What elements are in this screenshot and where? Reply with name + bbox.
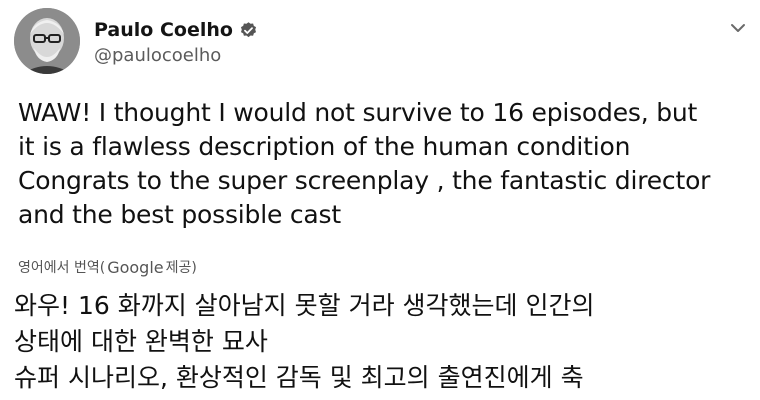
tweet-card: Paulo Coelho @paulocoelho WAW! I thought… — [0, 0, 760, 400]
translation-attribution[interactable]: 영어에서 번역( Google 제공) — [18, 257, 197, 277]
google-logo: Google — [107, 257, 164, 277]
author-names: Paulo Coelho @paulocoelho — [94, 16, 258, 66]
tweet-line: Congrats to the super screenplay , the f… — [18, 166, 711, 195]
author-display-name[interactable]: Paulo Coelho — [94, 19, 233, 41]
avatar[interactable] — [14, 8, 80, 74]
tweet-line: WAW! I thought I would not survive to 16… — [18, 98, 698, 127]
translation-label-prefix: 영어에서 번역( — [18, 260, 106, 276]
tweet-header: Paulo Coelho @paulocoelho — [14, 8, 258, 74]
tweet-line: and the best possible cast — [18, 200, 341, 229]
chevron-down-icon[interactable] — [726, 16, 750, 40]
name-row: Paulo Coelho — [94, 16, 258, 44]
translation-line: 와우! 16 화까지 살아남지 못할 거라 생각했는데 인간의 — [14, 291, 595, 320]
tweet-line: it is a flawless description of the huma… — [18, 132, 631, 161]
verified-badge-icon — [240, 21, 256, 37]
translated-text: 와우! 16 화까지 살아남지 못할 거라 생각했는데 인간의 상태에 대한 완… — [14, 288, 760, 396]
tweet-body: WAW! I thought I would not survive to 16… — [18, 96, 758, 232]
translation-line: 슈퍼 시나리오, 환상적인 감독 및 최고의 출연진에게 축 — [14, 363, 584, 392]
author-handle[interactable]: @paulocoelho — [94, 45, 258, 66]
translation-line: 상태에 대한 완벽한 묘사 — [14, 327, 268, 356]
translation-label-suffix: 제공) — [165, 260, 197, 276]
